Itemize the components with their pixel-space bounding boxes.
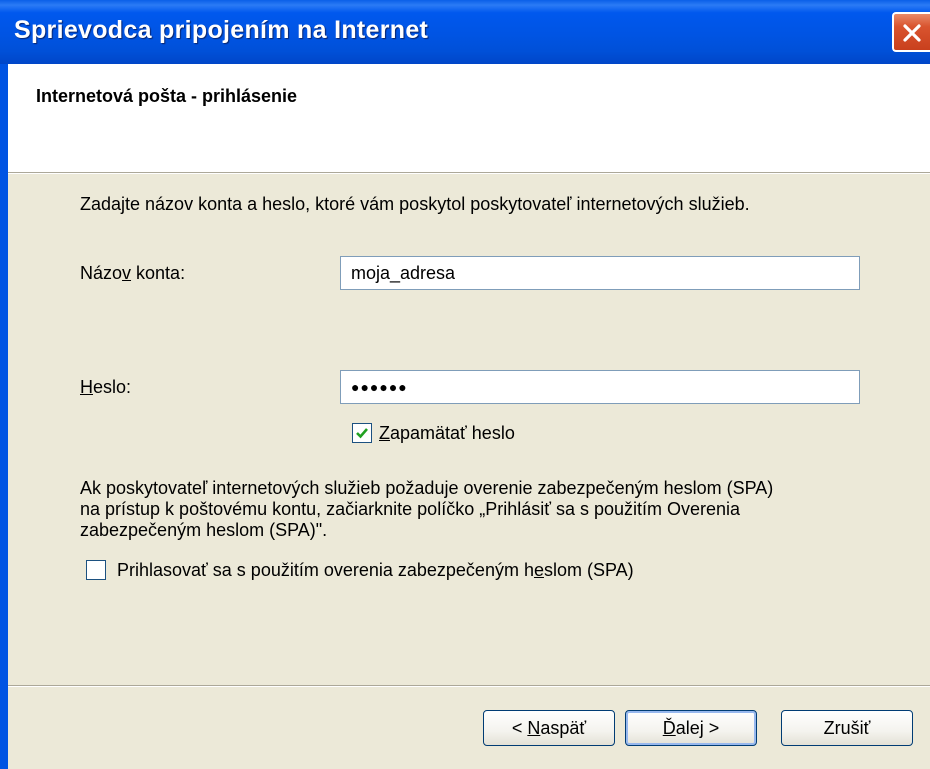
password-label-post: eslo:	[93, 377, 132, 397]
spa-description: Ak poskytovateľ internetových služieb po…	[80, 478, 773, 541]
next-label-post: alej >	[675, 718, 720, 738]
remember-label-rest: apamätať heslo	[390, 423, 515, 443]
remember-accesskey: Z	[379, 423, 390, 443]
header-divider	[8, 172, 930, 174]
close-button[interactable]	[892, 12, 930, 52]
window-title: Sprievodca pripojením na Internet	[14, 16, 429, 44]
footer-divider	[8, 685, 930, 687]
next-accesskey: Ď	[662, 718, 676, 738]
account-name-label: Názov konta:	[80, 263, 185, 284]
cancel-button[interactable]: Zrušiť	[781, 710, 913, 746]
window-border	[0, 64, 8, 769]
spa-label-accesskey: e	[533, 560, 544, 580]
password-label-accesskey: H	[80, 377, 93, 397]
next-button[interactable]: Ďalej >	[625, 710, 757, 746]
spa-label-pre: Prihlasovať sa s použitím overenia zabez…	[117, 560, 534, 580]
close-icon	[903, 24, 921, 42]
account-label-post: konta:	[131, 263, 186, 283]
checkmark-icon	[356, 428, 368, 439]
remember-password-label[interactable]: Zapamätať heslo	[379, 423, 515, 444]
title-bar: Sprievodca pripojením na Internet	[0, 0, 930, 64]
account-label-pre: Názo	[80, 263, 123, 283]
account-label-accesskey: v	[122, 263, 132, 283]
back-label-post: aspäť	[540, 718, 587, 738]
back-accesskey: N	[527, 718, 541, 738]
back-button[interactable]: < Naspäť	[483, 710, 615, 746]
spa-text-line-2: na prístup k poštovému kontu, začiarknit…	[80, 499, 741, 519]
spa-text-line-1: Ak poskytovateľ internetových služieb po…	[80, 478, 774, 498]
back-label-pre: <	[511, 718, 528, 738]
spa-text-line-3: zabezpečeným heslom (SPA)".	[80, 520, 328, 540]
password-input[interactable]: ●●●●●●	[340, 370, 860, 404]
spa-checkbox-label[interactable]: Prihlasovať sa s použitím overenia zabez…	[117, 560, 634, 581]
spa-checkbox[interactable]	[86, 560, 106, 580]
intro-text: Zadajte názov konta a heslo, ktoré vám p…	[80, 194, 750, 214]
password-label: Heslo:	[80, 377, 131, 398]
remember-password-checkbox[interactable]	[352, 423, 372, 443]
wizard-header: Internetová pošta - prihlásenie	[8, 64, 930, 172]
spa-label-post: slom (SPA)	[543, 560, 634, 580]
account-name-input[interactable]: moja_adresa	[340, 256, 860, 290]
page-title: Internetová pošta - prihlásenie	[36, 86, 298, 106]
